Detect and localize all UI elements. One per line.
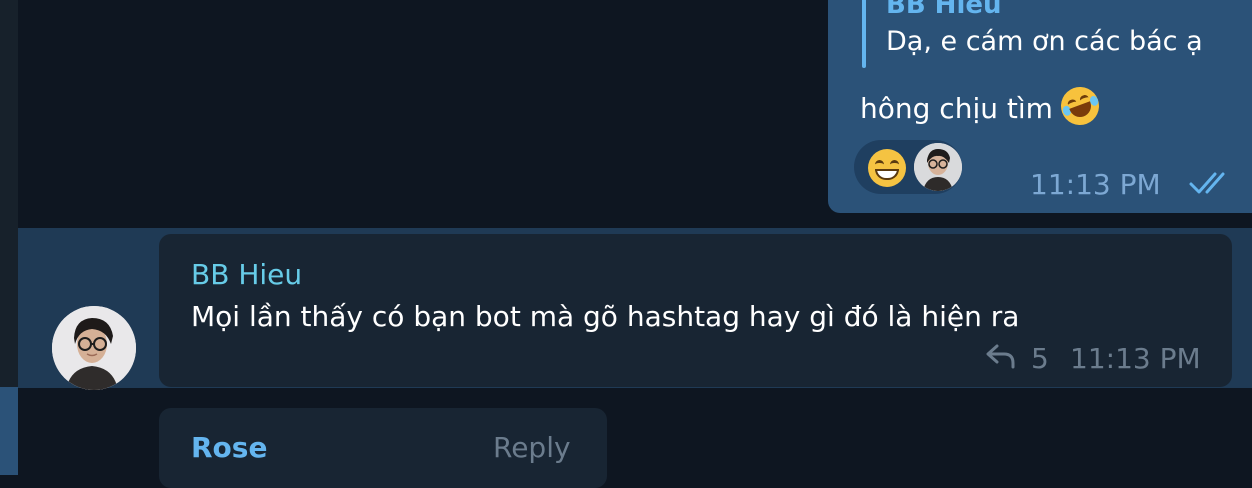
sender-name[interactable]: Rose — [191, 431, 267, 464]
message-timestamp: 11:13 PM — [1070, 342, 1201, 375]
double-check-icon — [1189, 172, 1225, 194]
left-panel-highlight — [0, 387, 18, 475]
left-panel-edge — [0, 0, 18, 475]
grinning-face-emoji-icon — [868, 149, 906, 187]
incoming-message-bubble[interactable]: BB Hieu Mọi lần thấy có bạn bot mà gõ ha… — [159, 234, 1232, 387]
rolling-laugh-emoji-icon — [1055, 81, 1105, 131]
message-timestamp: 11:13 PM — [1030, 168, 1161, 201]
reactor-avatar — [914, 143, 962, 191]
outgoing-message-bubble[interactable]: BB Hieu Dạ, e cám ơn các bác ạ hông chịu… — [828, 0, 1252, 213]
quoted-sender-name: BB Hieu — [886, 0, 1002, 20]
sender-avatar[interactable] — [52, 306, 136, 390]
quoted-reply[interactable]: BB Hieu Dạ, e cám ơn các bác ạ — [862, 0, 1242, 68]
incoming-message-text: Mọi lần thấy có bạn bot mà gõ hashtag ha… — [191, 300, 1020, 333]
quote-bar — [862, 0, 866, 68]
reply-arrow-icon[interactable] — [985, 341, 1017, 371]
sender-name[interactable]: BB Hieu — [191, 258, 302, 291]
next-message-bubble[interactable]: Rose Reply — [159, 408, 607, 488]
reply-count[interactable]: 5 — [1031, 342, 1049, 375]
message-text: hông chịu tìm — [860, 92, 1053, 125]
reply-label[interactable]: Reply — [493, 431, 571, 464]
reaction-pill[interactable] — [854, 140, 962, 194]
outgoing-message-text: hông chịu tìm — [860, 81, 1105, 131]
quoted-text: Dạ, e cám ơn các bác ạ — [886, 26, 1203, 57]
